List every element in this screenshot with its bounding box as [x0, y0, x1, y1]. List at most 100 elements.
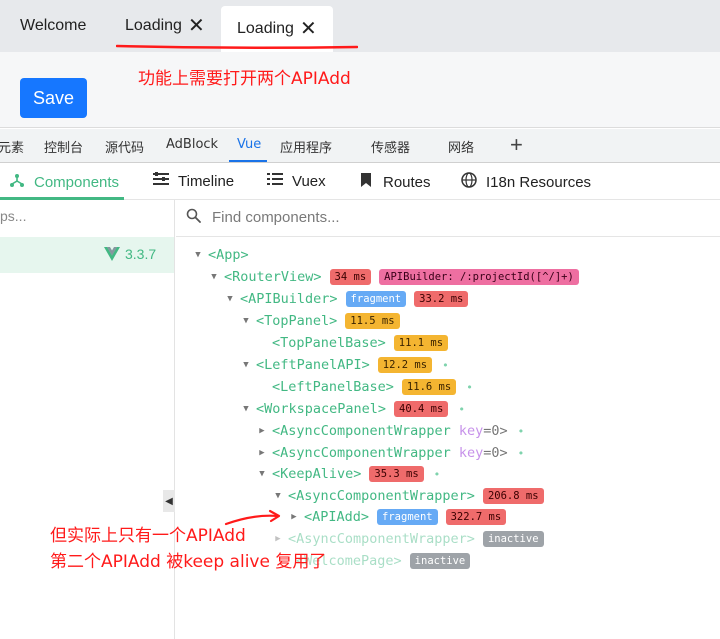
tree-node[interactable]: ▼ <LeftPanelAPI> 12.2 ms • [240, 355, 449, 375]
dot-icon: • [442, 358, 449, 372]
tab-loading-2-label: Loading [237, 20, 294, 37]
render-time-badge: 322.7 ms [445, 509, 507, 525]
devtools-tab-sensors[interactable]: 传感器 [371, 137, 410, 156]
devtools-tab-application[interactable]: 应用程序 [280, 137, 332, 156]
app-search-input[interactable]: ps... [0, 208, 26, 224]
tree-node[interactable]: ▼ <TopPanel> 11.5 ms [240, 311, 400, 331]
component-name: <AsyncComponentWrapper> [288, 488, 475, 504]
attr-value: =0> [483, 423, 508, 439]
component-name: <WorkspacePanel> [256, 401, 387, 417]
devtools-tab-console[interactable]: 控制台 [44, 137, 83, 156]
expand-triangle-icon[interactable]: ▶ [272, 534, 284, 544]
app-toolbar: Save 功能上需要打开两个APIAdd [0, 52, 720, 128]
tree-node[interactable]: ▼ <RouterView> 34 ms APIBuilder: /:projec… [208, 267, 579, 287]
component-name: <AsyncComponentWrapper [272, 445, 451, 461]
component-name: <App> [208, 247, 249, 263]
tree-node[interactable]: <TopPanelBase> 11.1 ms [256, 333, 449, 353]
nav-vuex-label: Vuex [292, 173, 326, 190]
render-time-badge: 11.6 ms [401, 379, 457, 395]
devtools-tab-sources[interactable]: 源代码 [105, 137, 144, 156]
route-badge: APIBuilder: /:projectId([^/]+) [379, 269, 579, 285]
vue-version: 3.3.7 [125, 246, 157, 262]
dot-icon: • [458, 402, 465, 416]
attr-key: key [458, 423, 484, 439]
expand-triangle-icon[interactable]: ▶ [256, 448, 268, 458]
close-icon[interactable]: ✕ [300, 19, 317, 39]
render-time-badge: 40.4 ms [394, 401, 449, 417]
dot-icon: • [466, 380, 473, 394]
component-name: <RouterView> [224, 269, 322, 285]
vue-devtools-nav: Components Timeline Vuex Routes I18n Res… [0, 164, 720, 200]
timeline-icon [152, 172, 170, 191]
tree-node[interactable]: ▼ <KeepAlive> 35.3 ms • [256, 464, 440, 484]
inactive-badge: inactive [409, 553, 471, 569]
tree-node[interactable]: ▼ <App> [192, 245, 249, 265]
collapse-triangle-icon[interactable]: ▼ [240, 360, 252, 370]
nav-i18n[interactable]: I18n Resources [460, 172, 591, 193]
devtools-tab-adblock[interactable]: AdBlock [166, 137, 218, 152]
component-name: <AsyncComponentWrapper [272, 423, 451, 439]
dot-icon: • [517, 446, 525, 460]
dot-icon: • [433, 467, 441, 481]
fragment-badge: fragment [345, 291, 407, 307]
tab-loading-1[interactable]: Loading ✕ [125, 6, 205, 46]
save-button[interactable]: Save [20, 78, 87, 118]
collapse-pane-button[interactable]: ◀ [163, 490, 175, 512]
component-name: <LeftPanelBase> [272, 379, 394, 395]
nav-components[interactable]: Components [8, 172, 119, 193]
app-list-item[interactable]: 3.3.7 [0, 237, 174, 273]
devtools-tab-vue[interactable]: Vue [237, 137, 261, 152]
render-time-badge: 206.8 ms [482, 488, 544, 504]
apps-sidebar: ps... 3.3.7 ◀ [0, 200, 175, 639]
component-name: <AsyncComponentWrapper> [288, 531, 475, 547]
component-name: <TopPanel> [256, 313, 338, 329]
tree-node[interactable]: ▶ <AsyncComponentWrapper> inactive [272, 529, 544, 549]
find-components-input[interactable] [212, 206, 692, 228]
tree-node[interactable]: ▶ <AsyncComponentWrapper key =0> • [256, 421, 524, 441]
collapse-triangle-icon[interactable]: ▼ [224, 294, 236, 304]
devtools-tab-network[interactable]: 网络 [448, 137, 474, 156]
globe-icon [460, 172, 478, 193]
collapse-triangle-icon[interactable]: ▼ [240, 404, 252, 414]
add-tab-icon[interactable]: + [510, 132, 523, 158]
component-name: <APIBuilder> [240, 291, 338, 307]
expand-triangle-icon[interactable]: ▶ [256, 426, 268, 436]
tree-node[interactable]: ▶ <APIAdd> fragment 322.7 ms [288, 507, 507, 527]
tree-node[interactable]: ▼ <WorkspacePanel> 40.4 ms • [240, 399, 465, 419]
collapse-triangle-icon[interactable]: ▼ [208, 272, 220, 282]
dot-icon: • [517, 424, 525, 438]
search-icon [186, 208, 201, 223]
tab-loading-1-label: Loading [125, 17, 182, 34]
close-icon[interactable]: ✕ [188, 16, 205, 36]
tab-welcome[interactable]: Welcome [20, 6, 86, 46]
tree-node[interactable]: <LeftPanelBase> 11.6 ms • [256, 377, 473, 397]
nav-i18n-label: I18n Resources [486, 174, 592, 191]
nav-vuex[interactable]: Vuex [266, 172, 326, 191]
expand-triangle-icon[interactable]: ▶ [288, 512, 300, 522]
fragment-badge: fragment [377, 509, 438, 525]
tree-node[interactable]: ▼ <AsyncComponentWrapper> 206.8 ms [272, 486, 544, 506]
annotation-bottom-1: 但实际上只有一个APIAdd [50, 526, 246, 546]
collapse-triangle-icon[interactable]: ▼ [256, 469, 268, 479]
tree-node[interactable]: ▶ <AsyncComponentWrapper key =0> • [256, 443, 524, 463]
render-time-badge: 11.5 ms [345, 313, 400, 329]
render-time-badge: 33.2 ms [414, 291, 469, 307]
render-time-badge: 12.2 ms [377, 357, 433, 373]
devtools-active-indicator [229, 160, 267, 162]
collapse-triangle-icon[interactable]: ▼ [240, 316, 252, 326]
devtools-tab-bar: 元素 控制台 源代码 AdBlock Vue 应用程序 传感器 网络 + [0, 129, 720, 163]
search-divider [176, 236, 720, 237]
render-time-badge: 35.3 ms [369, 466, 424, 482]
collapse-triangle-icon[interactable]: ▼ [272, 491, 284, 501]
annotation-top: 功能上需要打开两个APIAdd [138, 69, 351, 89]
app-tab-bar: Welcome Loading ✕ Loading ✕ [0, 0, 720, 52]
inactive-badge: inactive [482, 531, 544, 547]
tree-node[interactable]: ▼ <APIBuilder> fragment 33.2 ms [224, 289, 469, 309]
nav-timeline[interactable]: Timeline [152, 172, 234, 191]
collapse-triangle-icon[interactable]: ▼ [192, 250, 204, 260]
devtools-tab-elements[interactable]: 元素 [0, 137, 24, 156]
component-name: <APIAdd> [304, 509, 370, 525]
routes-icon [357, 172, 375, 193]
render-time-badge: 11.1 ms [393, 335, 449, 351]
nav-routes[interactable]: Routes [357, 172, 431, 193]
